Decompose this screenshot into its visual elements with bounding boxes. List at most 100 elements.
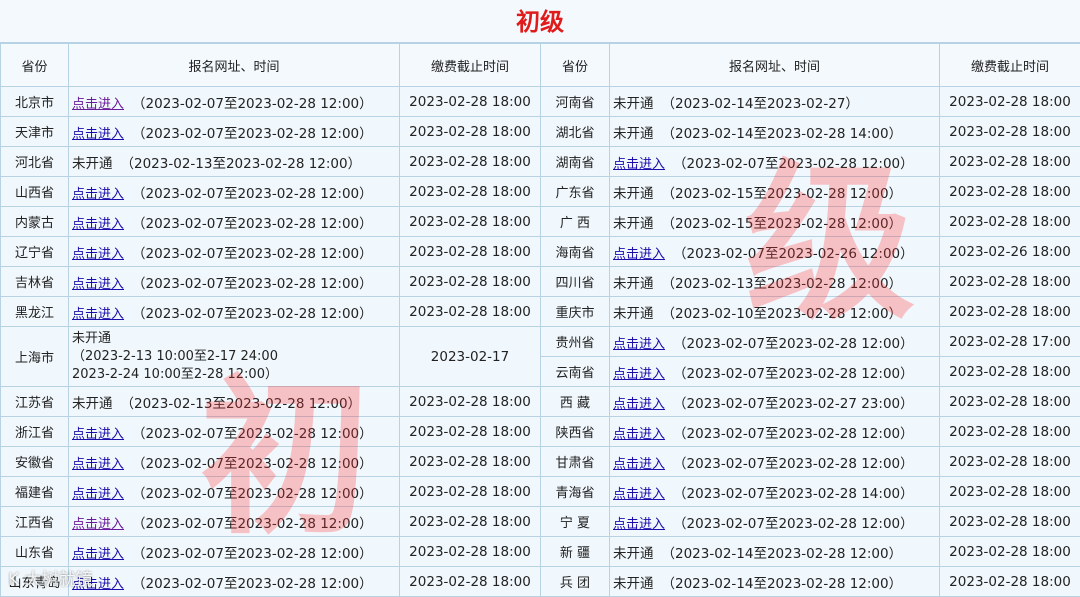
register-cell: 未开通 （2023-02-14至2023-02-28 14:00） [610,117,940,147]
enter-link[interactable]: 点击进入 [72,187,124,202]
status-text: 点击进入 [613,456,665,472]
deadline-cell: 2023-02-28 18:00 [940,207,1080,237]
status-text: 未开通 [72,156,113,172]
register-cell: 点击进入（2023-02-07至2023-02-28 12:00） [610,507,940,537]
deadline-cell: 2023-02-28 18:00 [940,177,1080,207]
status-text: 点击进入 [72,576,124,592]
enter-link[interactable]: 点击进入 [613,457,665,472]
table-row: 吉林省点击进入（2023-02-07至2023-02-28 12:00）2023… [1,267,1080,297]
period-text: （2023-02-07至2023-02-28 12:00） [132,96,373,112]
deadline-cell: 2023-02-28 18:00 [400,567,541,597]
table-row: 内蒙古点击进入（2023-02-07至2023-02-28 12:00）2023… [1,207,1080,237]
province-cell: 海南省 [541,237,610,267]
enter-link[interactable]: 点击进入 [72,547,124,562]
register-cell: 未开通 （2023-02-14至2023-02-28 12:00） [610,567,940,597]
register-cell: 点击进入（2023-02-07至2023-02-28 12:00） [610,357,940,387]
status-text: 点击进入 [613,486,665,502]
province-cell: 山西省 [1,177,69,207]
status-text: 未开通 [613,306,654,322]
enter-link[interactable]: 点击进入 [613,367,665,382]
enter-link[interactable]: 点击进入 [613,247,665,262]
status-text: 点击进入 [72,306,124,322]
period-text: （2023-02-07至2023-02-28 12:00） [132,456,373,472]
deadline-cell: 2023-02-28 18:00 [940,147,1080,177]
province-cell: 四川省 [541,267,610,297]
register-cell: 点击进入（2023-02-07至2023-02-28 12:00） [610,327,940,357]
register-cell: 未开通（2023-2-13 10:00至2-17 24:002023-2-24 … [69,327,400,387]
period-text: （2023-02-15至2023-02-28 12:00） [662,186,903,202]
register-cell: 点击进入（2023-02-07至2023-02-28 12:00） [69,237,400,267]
status-text: 未开通 [613,126,654,142]
period-text: （2023-02-07至2023-02-28 12:00） [132,426,373,442]
deadline-cell: 2023-02-28 18:00 [400,237,541,267]
table-row: 山西省点击进入（2023-02-07至2023-02-28 12:00）2023… [1,177,1080,207]
enter-link[interactable]: 点击进入 [72,307,124,322]
page-title: 初级 [0,0,1080,43]
period-text: （2023-02-10至2023-02-28 12:00） [662,306,903,322]
period-text: （2023-02-07至2023-02-28 12:00） [673,156,914,172]
province-cell: 安徽省 [1,447,69,477]
status-text: 点击进入 [72,546,124,562]
deadline-cell: 2023-02-28 18:00 [940,447,1080,477]
enter-link[interactable]: 点击进入 [72,457,124,472]
period-text: （2023-02-07至2023-02-28 12:00） [132,126,373,142]
enter-link[interactable]: 点击进入 [613,397,665,412]
table-row: 山东省点击进入（2023-02-07至2023-02-28 12:00）2023… [1,537,1080,567]
enter-link[interactable]: 点击进入 [72,427,124,442]
enter-link[interactable]: 点击进入 [613,487,665,502]
period-text: （2023-02-07至2023-02-28 12:00） [132,276,373,292]
period-text: （2023-02-14至2023-02-28 14:00） [662,126,903,142]
province-cell: 上海市 [1,327,69,387]
enter-link[interactable]: 点击进入 [72,487,124,502]
period-text: 2023-2-24 10:00至2-28 12:00） [72,366,397,384]
table-row: 北京市点击进入（2023-02-07至2023-02-28 12:00）2023… [1,87,1080,117]
status-text: 未开通 [613,576,654,592]
deadline-cell: 2023-02-28 18:00 [400,297,541,327]
deadline-cell: 2023-02-28 18:00 [400,177,541,207]
enter-link[interactable]: 点击进入 [613,427,665,442]
status-text: 点击进入 [613,516,665,532]
status-text: 点击进入 [72,216,124,232]
period-text: （2023-02-07至2023-02-28 12:00） [132,516,373,532]
period-text: （2023-02-13至2023-02-28 12:00） [121,156,362,172]
period-text: （2023-02-14至2023-02-28 12:00） [662,546,903,562]
register-cell: 点击进入 （2023-02-07至2023-02-28 12:00） [69,117,400,147]
deadline-cell: 2023-02-28 18:00 [400,417,541,447]
status-text: 点击进入 [72,426,124,442]
enter-link[interactable]: 点击进入 [613,517,665,532]
deadline-cell: 2023-02-28 18:00 [400,447,541,477]
period-text: （2023-02-07至2023-02-28 12:00） [132,306,373,322]
enter-link[interactable]: 点击进入 [72,517,124,532]
enter-link[interactable]: 点击进入 [72,577,124,592]
deadline-cell: 2023-02-28 18:00 [400,267,541,297]
deadline-cell: 2023-02-26 18:00 [940,237,1080,267]
province-cell: 重庆市 [541,297,610,327]
enter-link[interactable]: 点击进入 [72,217,124,232]
period-text: （2023-02-07至2023-02-28 12:00） [132,546,373,562]
enter-link[interactable]: 点击进入 [72,247,124,262]
status-text: 点击进入 [72,96,124,112]
status-text: 点击进入 [72,186,124,202]
enter-link[interactable]: 点击进入 [613,337,665,352]
table-row: 辽宁省点击进入（2023-02-07至2023-02-28 12:00）2023… [1,237,1080,267]
province-cell: 甘肃省 [541,447,610,477]
status-text: 未开通 [72,330,397,348]
table-header-row: 省份 报名网址、时间 缴费截止时间 省份 报名网址、时间 缴费截止时间 [1,44,1080,87]
enter-link[interactable]: 点击进入 [72,97,124,112]
register-cell: 点击进入 （2023-02-07至2023-02-28 12:00） [69,507,400,537]
enter-link[interactable]: 点击进入 [72,127,124,142]
table-row: 江苏省未开通（2023-02-13至2023-02-28 12:00）2023-… [1,387,1080,417]
period-text: （2023-02-14至2023-02-28 12:00） [662,576,903,592]
province-cell: 江苏省 [1,387,69,417]
period-text: （2023-02-07至2023-02-28 12:00） [132,486,373,502]
province-cell: 福建省 [1,477,69,507]
table-row: 黑龙江点击进入（2023-02-07至2023-02-28 12:00）2023… [1,297,1080,327]
province-cell: 山东青岛 [1,567,69,597]
enter-link[interactable]: 点击进入 [72,277,124,292]
table-row: 天津市点击进入（2023-02-07至2023-02-28 12:00）2023… [1,117,1080,147]
province-cell: 河南省 [541,87,610,117]
register-cell: 点击进入（2023-02-07至2023-02-28 12:00） [610,447,940,477]
table-row: 安徽省点击进入（2023-02-07至2023-02-28 12:00）2023… [1,447,1080,477]
enter-link[interactable]: 点击进入 [613,157,665,172]
status-text: 未开通 [613,186,654,202]
